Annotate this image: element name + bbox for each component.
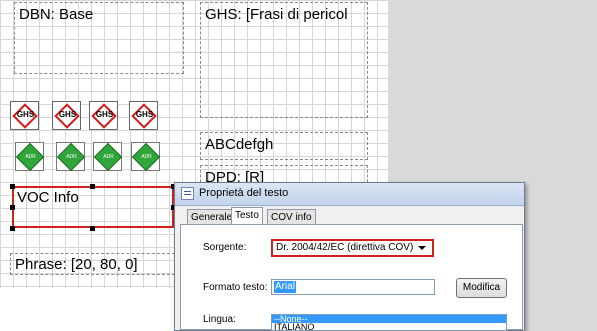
- ghs-pictogram-icon[interactable]: GHS: [10, 101, 39, 130]
- dialog-window-icon: [181, 187, 194, 200]
- ghs-phrases-field-text: GHS: [Frasi di pericol: [205, 6, 348, 23]
- language-label: Lingua:: [203, 314, 236, 325]
- ghs-pictogram-icon[interactable]: GHS: [129, 101, 158, 130]
- resize-handle[interactable]: [10, 226, 15, 231]
- ghs-pictogram-icon[interactable]: GHS: [89, 101, 118, 130]
- tab-cov-info[interactable]: COV info: [267, 209, 316, 224]
- language-option[interactable]: ITALIANO: [272, 323, 506, 331]
- resize-handle[interactable]: [10, 205, 15, 210]
- source-select[interactable]: Dr. 2004/42/EC (direttiva COV): [271, 239, 434, 257]
- dbn-field[interactable]: DBN: Base: [14, 2, 184, 74]
- tab-testo[interactable]: Testo: [231, 207, 263, 225]
- format-text-value: Arial: [274, 281, 297, 293]
- voc-info-field-text: VOC Info: [17, 189, 79, 206]
- phrase-field-text: Phrase: [20, 80, 0]: [15, 256, 138, 273]
- voc-info-field[interactable]: VOC Info: [12, 186, 174, 228]
- resize-handle[interactable]: [10, 184, 15, 189]
- format-text-input[interactable]: Arial: [271, 279, 435, 295]
- phrase-field[interactable]: Phrase: [20, 80, 0]: [10, 253, 175, 275]
- resize-handle[interactable]: [90, 226, 95, 231]
- language-listbox[interactable]: --None-- ITALIANO: [271, 314, 507, 331]
- ghs-phrases-field[interactable]: GHS: [Frasi di pericol: [200, 2, 368, 118]
- abc-text-field[interactable]: ABCdefgh: [200, 132, 368, 160]
- modify-button[interactable]: Modifica: [456, 278, 507, 298]
- ghs-pictogram-icon[interactable]: GHS: [52, 101, 81, 130]
- format-label: Formato testo:: [203, 282, 268, 293]
- dialog-title: Proprietà del testo: [199, 187, 289, 199]
- dbn-field-text: DBN: Base: [19, 6, 94, 23]
- adr-label-icon[interactable]: ADR: [56, 142, 86, 172]
- testo-tab-panel: Sorgente: Dr. 2004/42/EC (direttiva COV)…: [180, 224, 523, 331]
- adr-label-icon[interactable]: ADR: [131, 142, 161, 172]
- text-properties-dialog: Proprietà del testo Generale Testo COV i…: [174, 182, 525, 331]
- abc-text-field-text: ABCdefgh: [205, 136, 274, 153]
- source-select-value: Dr. 2004/42/EC (direttiva COV): [276, 242, 414, 253]
- chevron-down-icon: [418, 246, 426, 250]
- adr-label-icon[interactable]: ADR: [15, 142, 45, 172]
- adr-label-icon[interactable]: ADR: [93, 142, 123, 172]
- tab-generale[interactable]: Generale: [187, 209, 237, 224]
- source-label: Sorgente:: [203, 242, 247, 253]
- resize-handle[interactable]: [90, 184, 95, 189]
- dialog-titlebar[interactable]: Proprietà del testo: [175, 183, 524, 206]
